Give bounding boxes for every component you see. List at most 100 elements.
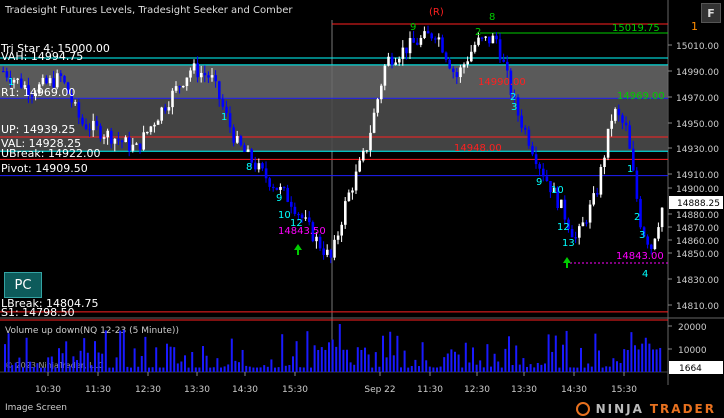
volume-bar	[119, 330, 122, 372]
volume-bar	[493, 353, 496, 372]
volume-bar	[443, 357, 446, 372]
candle-body	[506, 61, 509, 71]
price-tick-label: 14880.00	[676, 211, 719, 221]
candle-body	[502, 59, 505, 62]
candle-body	[275, 187, 279, 190]
logo-trader-text: TRADER	[649, 402, 716, 416]
volume-bar	[421, 342, 424, 372]
volume-bar	[79, 350, 82, 372]
candle-body	[347, 192, 351, 202]
count-label: 10	[551, 185, 564, 196]
volume-bar	[209, 367, 212, 372]
time-tick-label: 13:30	[511, 385, 537, 395]
volume-bar	[184, 355, 186, 372]
volume-bar	[371, 367, 374, 372]
volume-bar	[410, 365, 413, 372]
price-tick-label: 14830.00	[676, 276, 719, 286]
volume-bar	[626, 349, 629, 372]
level-label: UBreak: 14922.00	[1, 147, 100, 160]
candle-body	[293, 206, 297, 214]
pc-button[interactable]: PC	[4, 272, 42, 298]
candle-body	[365, 150, 369, 152]
volume-bar	[353, 364, 356, 372]
volume-bar	[230, 338, 233, 372]
price-tick-label: 14930.00	[676, 145, 719, 155]
candle-body	[329, 249, 333, 258]
f-button[interactable]: F	[701, 3, 721, 23]
volume-bar	[223, 366, 226, 372]
candle-body	[542, 168, 545, 177]
volume-bar	[180, 361, 183, 372]
candle-body	[124, 137, 127, 143]
price-tick-label: 14870.00	[676, 224, 719, 234]
candle-body	[297, 213, 300, 216]
volume-bar	[598, 350, 600, 372]
volume-bar	[526, 366, 528, 372]
volume-bar	[400, 367, 402, 372]
volume-bar	[54, 367, 57, 372]
volume-bar	[536, 362, 539, 372]
volume-bar	[288, 364, 291, 372]
candle-body	[318, 236, 322, 249]
count-label: 4	[642, 269, 648, 280]
candle-body	[617, 108, 621, 116]
volume-bar	[4, 344, 6, 372]
candle-body	[603, 157, 606, 168]
volume-bar	[270, 359, 273, 372]
volume-bar	[490, 366, 492, 372]
candle-body	[606, 128, 610, 158]
candle-body	[380, 85, 383, 100]
level-label: S1: 14798.50	[1, 306, 75, 319]
candle-body	[254, 162, 257, 170]
candle-body	[423, 31, 426, 38]
candle-body	[48, 78, 52, 84]
candle-body	[59, 73, 63, 77]
candle-body	[153, 124, 156, 127]
volume-bar	[47, 357, 50, 372]
candle-body	[621, 115, 624, 123]
candle-body	[138, 143, 142, 150]
level-label: UP: 14939.25	[1, 123, 75, 136]
volume-bar	[32, 366, 35, 372]
time-tick-label: 12:30	[135, 385, 161, 395]
count-label: 1	[8, 77, 14, 88]
candle-body	[398, 58, 401, 63]
candle-body	[574, 237, 577, 239]
candle-body	[430, 33, 433, 39]
ninjatrader-logo: NINJA TRADER	[575, 402, 716, 416]
candle-body	[581, 222, 585, 227]
volume-bar	[468, 362, 471, 372]
volume-bar	[364, 347, 366, 372]
candle-body	[408, 38, 412, 54]
price-chart[interactable]: Tri Star 4: 15000.00VAH: 14994.75R1: 149…	[0, 0, 724, 418]
volume-bar	[227, 364, 230, 372]
candle-body	[279, 186, 282, 190]
candle-body	[189, 70, 192, 78]
volume-bar	[540, 364, 543, 372]
volume-bar	[7, 333, 10, 372]
volume-bar	[648, 343, 651, 372]
volume-bar	[68, 365, 71, 372]
candle-body	[412, 38, 415, 43]
candle-body	[635, 170, 639, 199]
volume-bar	[360, 349, 363, 372]
volume-bar	[486, 344, 489, 372]
candle-body	[416, 42, 419, 45]
count-label: 12	[557, 222, 570, 233]
volume-bar	[90, 365, 93, 372]
candle-body	[257, 163, 261, 170]
volume-bar	[202, 346, 204, 372]
annotation-14969: 14969.00	[617, 91, 665, 102]
time-tick-label: 12:30	[464, 385, 490, 395]
volume-bar	[148, 367, 150, 372]
low-label-2: 14843.00	[616, 251, 664, 262]
volume-bar	[50, 356, 53, 372]
candle-body	[459, 67, 462, 78]
volume-bar	[162, 367, 165, 372]
volume-bar	[605, 366, 608, 372]
volume-bar	[338, 324, 341, 372]
candle-body	[498, 39, 502, 60]
candle-body	[405, 47, 408, 54]
volume-bar	[457, 354, 460, 372]
candle-body	[401, 47, 405, 59]
